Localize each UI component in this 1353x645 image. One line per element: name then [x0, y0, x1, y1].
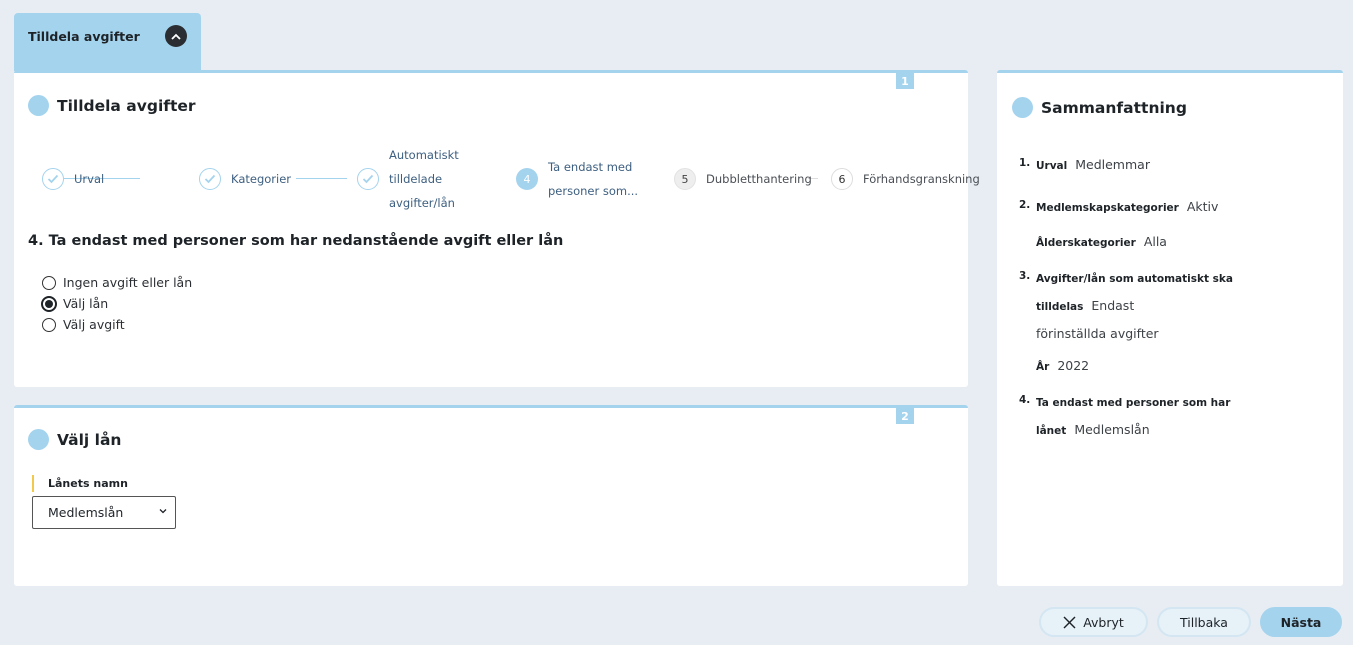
section-tab: Tilldela avgifter — [14, 13, 201, 71]
card-number-badge: 1 — [896, 73, 914, 89]
step-label: Förhandsgranskning — [863, 172, 980, 186]
summary-key: Avgifter/lån som automatiskt ska tilldel… — [1036, 273, 1233, 313]
tab-title: Tilldela avgifter — [28, 29, 140, 44]
step-automatiskt[interactable]: Automatiskt tilldelade avgifter/lån — [357, 143, 459, 215]
step-urval[interactable]: Urval — [42, 167, 104, 191]
step-label-line: avgifter/lån — [389, 196, 455, 210]
radio-button[interactable] — [42, 317, 56, 332]
card-title: Välj lån — [28, 429, 121, 450]
step-label: Automatiskt tilldelade avgifter/lån — [389, 143, 459, 215]
close-icon — [1063, 616, 1076, 628]
summary-item: 3. Avgifter/lån som automatiskt ska till… — [1019, 264, 1329, 380]
step-label: Ta endast med personer som... — [548, 155, 638, 203]
step-connector — [296, 178, 347, 179]
step-ta-endast[interactable]: 4 Ta endast med personer som... — [516, 155, 638, 203]
card-title: Sammanfattning — [1012, 97, 1187, 118]
step-dubbletthantering[interactable]: 5 Dubbletthantering — [674, 167, 812, 191]
summary-key: Urval — [1036, 160, 1068, 172]
chevron-up-icon — [171, 33, 181, 40]
summary-key: Ålderskategorier — [1036, 237, 1136, 249]
radio-label: Välj lån — [63, 296, 109, 311]
step-label: Urval — [74, 172, 105, 186]
field-label: Lånets namn — [32, 475, 176, 492]
radio-button[interactable] — [42, 275, 56, 290]
summary-value: Alla — [1143, 234, 1167, 249]
step-label-line: Ta endast med — [548, 160, 633, 174]
question-title: 4. Ta endast med personer som har nedans… — [28, 233, 564, 249]
back-button-label: Tillbaka — [1180, 614, 1228, 630]
summary-item: 1. Urval Medlemmar — [1019, 151, 1329, 179]
step-kategorier[interactable]: Kategorier — [199, 167, 291, 191]
step-label-line: Automatiskt — [389, 148, 459, 162]
step-label: Kategorier — [231, 172, 292, 186]
cancel-button[interactable]: Avbryt — [1039, 607, 1148, 637]
collapse-toggle-button[interactable] — [165, 25, 187, 47]
card-title: Tilldela avgifter — [28, 95, 196, 116]
title-dot-icon — [1012, 97, 1033, 118]
summary-item: 4. Ta endast med personer som har lånet M… — [1019, 388, 1329, 444]
title-dot-icon — [28, 95, 49, 116]
summary-value: Endast — [1091, 298, 1135, 313]
assign-fees-card: 1 Tilldela avgifter Urval Kategorier Aut… — [14, 70, 980, 387]
summary-list: 1. Urval Medlemmar 2. Medlemskapskategori… — [1019, 151, 1329, 450]
next-button-label: Nästa — [1280, 614, 1322, 630]
summary-number: 4. — [1019, 394, 1031, 406]
radio-button[interactable] — [41, 295, 57, 312]
loan-name-field: Lånets namn Medlemslån — [32, 475, 176, 529]
summary-item: 2. Medlemskapskategorier Aktiv Ålderskate… — [1019, 193, 1329, 256]
step-forhandsgranskning[interactable]: 6 Förhandsgranskning — [831, 167, 980, 191]
check-icon — [199, 168, 221, 190]
step-label: Dubbletthantering — [706, 172, 812, 186]
back-button[interactable]: Tillbaka — [1157, 607, 1251, 637]
summary-number: 2. — [1019, 199, 1031, 211]
summary-number: 3. — [1019, 270, 1031, 282]
summary-key: År — [1036, 361, 1050, 373]
summary-value: Medlemslån — [1074, 422, 1150, 437]
radio-label: Ingen avgift eller lån — [63, 275, 193, 290]
select-value: Medlemslån — [48, 505, 124, 520]
stepper: Urval Kategorier Automatiskt tilldelade … — [28, 143, 980, 215]
next-button[interactable]: Nästa — [1260, 607, 1342, 637]
loan-name-select[interactable]: Medlemslån — [32, 496, 176, 529]
step-number: 5 — [674, 168, 696, 190]
step-label-line: tilldelade — [389, 172, 443, 186]
summary-key: Medlemskapskategorier — [1036, 202, 1179, 214]
summary-value: Medlemmar — [1075, 157, 1150, 172]
chevron-down-icon — [159, 509, 167, 514]
radio-option-fee[interactable]: Välj avgift — [42, 314, 192, 335]
summary-card: Sammanfattning 1. Urval Medlemmar 2. Medl… — [997, 70, 1343, 586]
select-loan-card: 2 Välj lån Lånets namn Medlemslån — [14, 405, 968, 586]
card-title-text: Välj lån — [57, 430, 122, 449]
radio-option-none[interactable]: Ingen avgift eller lån — [42, 272, 192, 293]
summary-value: 2022 — [1057, 358, 1090, 373]
summary-value: Aktiv — [1186, 199, 1219, 214]
card-title-text: Tilldela avgifter — [57, 96, 196, 115]
title-dot-icon — [28, 429, 49, 450]
step-number: 4 — [516, 168, 538, 190]
summary-value: förinställda avgifter — [1036, 326, 1159, 341]
step-number: 6 — [831, 168, 853, 190]
card-number-badge: 2 — [896, 408, 914, 424]
fee-loan-radio-group: Ingen avgift eller lån Välj lån Välj avg… — [41, 272, 192, 335]
check-icon — [42, 168, 64, 190]
check-icon — [357, 168, 379, 190]
cancel-button-label: Avbryt — [1083, 614, 1124, 630]
summary-number: 1. — [1019, 157, 1031, 169]
card-title-text: Sammanfattning — [1041, 98, 1187, 117]
step-label-line: personer som... — [548, 184, 639, 198]
radio-option-loan[interactable]: Välj lån — [41, 293, 192, 314]
radio-label: Välj avgift — [63, 317, 125, 332]
